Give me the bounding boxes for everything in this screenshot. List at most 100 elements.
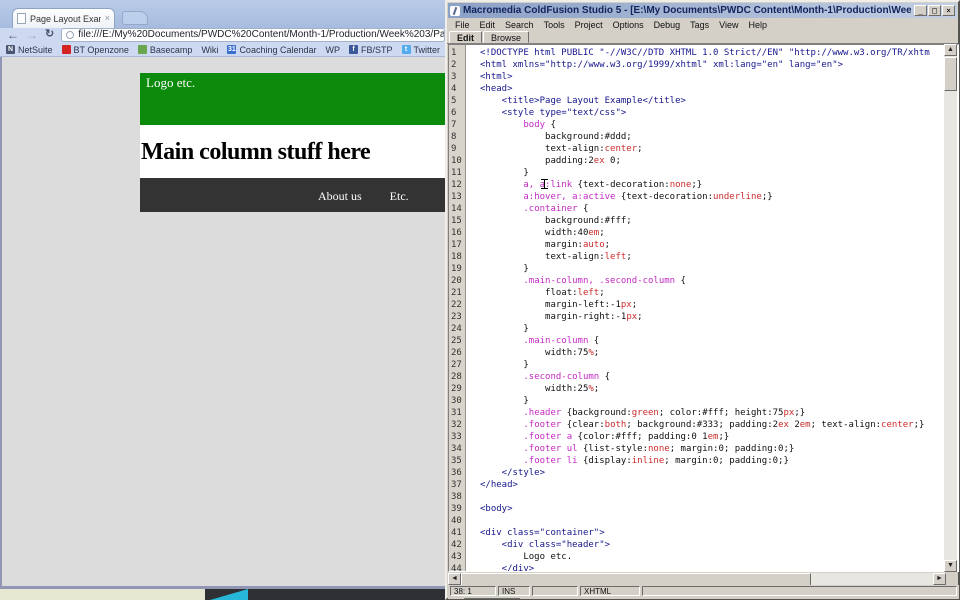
text-ibeam-cursor xyxy=(541,179,548,189)
maximize-button[interactable]: □ xyxy=(928,5,941,16)
line-number: 18 xyxy=(451,252,462,262)
code-line[interactable]: } xyxy=(480,360,958,372)
code-line[interactable]: <html> xyxy=(480,72,958,84)
bookmark-wp[interactable]: WP xyxy=(326,45,341,55)
code-line[interactable]: body { xyxy=(480,120,958,132)
scroll-left-icon[interactable]: ◄ xyxy=(448,573,461,585)
menu-search[interactable]: Search xyxy=(505,20,534,30)
bookmark-label: Coaching Calendar xyxy=(239,44,317,55)
view-tab-browse[interactable]: Browse xyxy=(483,31,530,43)
code-line[interactable]: <div class="container"> xyxy=(480,528,958,540)
code-line[interactable]: <head> xyxy=(480,84,958,96)
code-line[interactable]: <style type="text/css"> xyxy=(480,108,958,120)
code-line[interactable]: a, a:link {text-decoration:none;} xyxy=(480,180,958,192)
code-line[interactable]: margin-left:-1px; xyxy=(480,300,958,312)
menu-tools[interactable]: Tools xyxy=(544,20,565,30)
code-line[interactable] xyxy=(480,492,958,504)
code-line[interactable]: } xyxy=(480,264,958,276)
code-line[interactable]: .second-column { xyxy=(480,372,958,384)
line-number: 9 xyxy=(451,144,457,154)
reload-icon[interactable]: ↻ xyxy=(45,29,54,40)
url-text[interactable]: file:///E:/My%20Documents/PWDC%20Content… xyxy=(78,29,444,40)
code-line[interactable]: margin-right:-1px; xyxy=(480,312,958,324)
code-line[interactable]: margin:auto; xyxy=(480,240,958,252)
line-number: 1 xyxy=(451,48,457,58)
code-line[interactable]: width:75%; xyxy=(480,348,958,360)
menu-edit[interactable]: Edit xyxy=(480,20,496,30)
code-line[interactable]: Logo etc. xyxy=(480,552,958,564)
bookmark-basecamp[interactable]: Basecamp xyxy=(137,45,192,55)
menu-project[interactable]: Project xyxy=(575,20,603,30)
footer-link-etc[interactable]: Etc. xyxy=(390,189,409,212)
minimize-button[interactable]: _ xyxy=(914,5,927,16)
code-line[interactable]: } xyxy=(480,324,958,336)
code-line[interactable]: width:40em; xyxy=(480,228,958,240)
vertical-scrollbar[interactable]: ▲ ▼ xyxy=(944,44,957,572)
forward-icon[interactable]: → xyxy=(26,29,38,41)
code-lines[interactable]: <!DOCTYPE html PUBLIC "-//W3C//DTD XHTML… xyxy=(466,45,958,571)
address-bar[interactable]: file:///E:/My%20Documents/PWDC%20Content… xyxy=(61,27,445,42)
menu-help[interactable]: Help xyxy=(749,20,768,30)
bookmark-bt-openzone[interactable]: BT Openzone xyxy=(61,44,129,55)
code-line[interactable]: text-align:left; xyxy=(480,252,958,264)
bookmark-fb-stp[interactable]: f FB/STP xyxy=(349,45,393,55)
close-button[interactable]: × xyxy=(942,5,955,16)
code-line[interactable]: } xyxy=(480,396,958,408)
editor-title-bar[interactable]: Macromedia ColdFusion Studio 5 - [E:\My … xyxy=(448,3,957,18)
code-line[interactable]: <!DOCTYPE html PUBLIC "-//W3C//DTD XHTML… xyxy=(480,48,958,60)
footer-link-about[interactable]: About us xyxy=(318,189,362,212)
view-tab-edit[interactable]: Edit xyxy=(449,31,482,43)
code-line[interactable]: float:left; xyxy=(480,288,958,300)
code-line[interactable]: <html xmlns="http://www.w3.org/1999/xhtm… xyxy=(480,60,958,72)
code-line[interactable]: </head> xyxy=(480,480,958,492)
bookmark-label: NetSuite xyxy=(18,44,53,55)
code-line[interactable]: .footer a {color:#fff; padding:0 1em;} xyxy=(480,432,958,444)
code-line[interactable]: .header {background:green; color:#fff; h… xyxy=(480,408,958,420)
scroll-right-icon[interactable]: ► xyxy=(933,573,946,585)
line-number: 20 xyxy=(451,276,462,286)
code-line[interactable]: <div class="header"> xyxy=(480,540,958,552)
bookmark-twitter[interactable]: t Twitter xyxy=(401,45,440,55)
insert-mode: INS xyxy=(498,586,530,596)
code-line[interactable]: width:25%; xyxy=(480,384,958,396)
menu-file[interactable]: File xyxy=(455,20,470,30)
new-tab-button[interactable] xyxy=(122,11,148,25)
doc-type: XHTML xyxy=(580,586,640,596)
bookmark-wiki[interactable]: Wiki xyxy=(201,45,218,55)
browser-tab[interactable]: Page Layout Example × xyxy=(12,8,115,28)
menu-tags[interactable]: Tags xyxy=(690,20,709,30)
status-message xyxy=(642,586,957,596)
code-editor[interactable]: 1 2 3 4 5 6 7 8 9 10 11 12 13 14 15 16 17 18 19 20 21 22 23 24 2… xyxy=(448,44,959,572)
code-line[interactable]: a:hover, a:active {text-decoration:under… xyxy=(480,192,958,204)
code-line[interactable]: .main-column, .second-column { xyxy=(480,276,958,288)
code-line[interactable]: <body> xyxy=(480,504,958,516)
code-line[interactable]: .footer ul {list-style:none; margin:0; p… xyxy=(480,444,958,456)
code-line[interactable]: .container { xyxy=(480,204,958,216)
bookmark-coaching-calendar[interactable]: 31 Coaching Calendar xyxy=(227,44,317,55)
code-line[interactable]: } xyxy=(480,168,958,180)
code-line[interactable]: .footer li {display:inline; margin:0; pa… xyxy=(480,456,958,468)
vertical-scroll-thumb[interactable] xyxy=(944,57,957,91)
code-line[interactable]: background:#fff; xyxy=(480,216,958,228)
menu-options[interactable]: Options xyxy=(613,20,644,30)
code-line[interactable]: </div> xyxy=(480,564,958,571)
bt-openzone-icon xyxy=(61,45,71,54)
code-line[interactable]: .main-column { xyxy=(480,336,958,348)
menu-view[interactable]: View xyxy=(719,20,738,30)
bookmark-label: BT Openzone xyxy=(73,44,129,55)
menu-debug[interactable]: Debug xyxy=(654,20,681,30)
code-line[interactable]: background:#ddd; xyxy=(480,132,958,144)
bookmark-netsuite[interactable]: N NetSuite xyxy=(6,45,53,55)
code-line[interactable]: padding:2ex 0; xyxy=(480,156,958,168)
code-line[interactable]: </style> xyxy=(480,468,958,480)
scroll-down-icon[interactable]: ▼ xyxy=(944,560,957,572)
back-icon[interactable]: ← xyxy=(7,29,19,41)
page-favicon-icon xyxy=(17,13,26,24)
tab-close-icon[interactable]: × xyxy=(105,14,110,23)
code-line[interactable]: text-align:center; xyxy=(480,144,958,156)
scroll-up-icon[interactable]: ▲ xyxy=(944,44,957,56)
code-line[interactable] xyxy=(480,516,958,528)
code-line[interactable]: <title>Page Layout Example</title> xyxy=(480,96,958,108)
code-line[interactable]: .footer {clear:both; background:#333; pa… xyxy=(480,420,958,432)
line-number: 34 xyxy=(451,444,462,454)
